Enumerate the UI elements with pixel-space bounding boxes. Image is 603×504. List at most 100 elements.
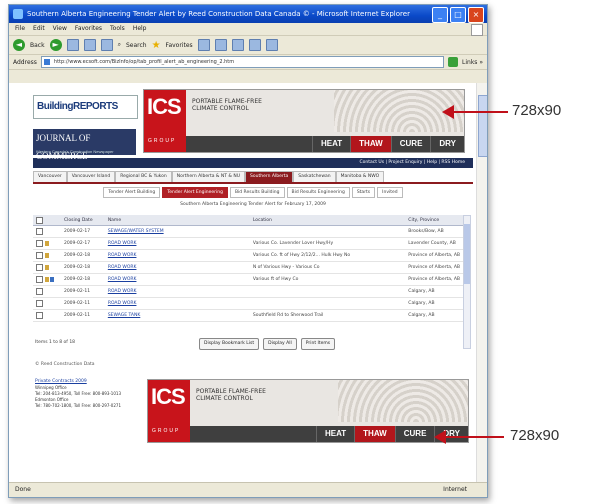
row-checkbox[interactable] bbox=[36, 300, 43, 307]
column-city[interactable]: City, Province bbox=[405, 215, 463, 226]
table-scrollbar[interactable] bbox=[463, 215, 471, 349]
document-icon[interactable] bbox=[45, 241, 49, 246]
tab-vancouver-island[interactable]: Vancouver Island bbox=[66, 171, 116, 182]
plan-icon[interactable] bbox=[50, 277, 54, 282]
stop-icon[interactable] bbox=[66, 39, 79, 51]
subtab-starts[interactable]: Starts bbox=[351, 187, 376, 198]
table-row[interactable]: 2009-02-18 ROAD WORK N of Various Hwy - Va… bbox=[33, 261, 463, 274]
forward-arrow-icon[interactable]: ► bbox=[49, 39, 62, 51]
row-name-link[interactable]: ROAD WORK bbox=[104, 285, 250, 298]
document-icon[interactable] bbox=[45, 253, 49, 258]
page-scrollbar[interactable] bbox=[476, 83, 487, 483]
row-select-cell bbox=[33, 285, 61, 298]
favorites-label[interactable]: Favorites bbox=[166, 42, 193, 49]
print-items-button[interactable]: Print Items bbox=[300, 338, 336, 350]
tab-southern-alberta[interactable]: Southern Alberta bbox=[244, 171, 294, 182]
address-bar: Address http://www.ecsoft.com/BizInfo/op… bbox=[9, 55, 487, 70]
tab-regional-bc[interactable]: Regional BC & Yukon bbox=[115, 171, 172, 182]
table-row[interactable]: 2009-02-11 SEWAGE TANK Southfield Rd to Sh… bbox=[33, 309, 463, 322]
edit-icon[interactable] bbox=[248, 39, 261, 51]
row-name-link[interactable]: SEWAGE/WATER SYSTEM bbox=[104, 225, 250, 238]
document-icon[interactable] bbox=[45, 265, 49, 270]
menu-tools[interactable]: Tools bbox=[110, 23, 125, 35]
row-checkbox[interactable] bbox=[36, 228, 43, 235]
maximize-button[interactable]: □ bbox=[450, 7, 466, 23]
select-all-checkbox[interactable] bbox=[36, 216, 43, 224]
minimize-button[interactable]: _ bbox=[432, 7, 448, 23]
close-button[interactable]: × bbox=[468, 7, 484, 23]
print-icon[interactable] bbox=[231, 39, 244, 51]
display-bookmark-list-button[interactable]: Display Bookmark List bbox=[199, 338, 260, 350]
back-arrow-icon[interactable]: ◄ bbox=[13, 39, 25, 51]
row-city: Province of Alberta, AB bbox=[405, 261, 463, 274]
subtab-bid-building[interactable]: Bid Results Building bbox=[229, 187, 285, 198]
subtab-bid-engineering[interactable]: Bid Results Engineering bbox=[286, 187, 350, 198]
table-row[interactable]: 2009-02-11 ROAD WORK Calgary, AB bbox=[33, 297, 463, 310]
ics-logo: ICS GROUP bbox=[148, 380, 190, 442]
menu-view[interactable]: View bbox=[53, 23, 67, 35]
tab-vancouver[interactable]: Vancouver bbox=[33, 171, 67, 182]
display-all-button[interactable]: Display All bbox=[263, 338, 297, 350]
status-zone: Internet bbox=[443, 486, 467, 493]
building-reports-logo[interactable]: BuildingREPORTS bbox=[33, 95, 138, 119]
subtab-tender-engineering[interactable]: Tender Alert Engineering bbox=[162, 187, 228, 198]
address-input[interactable]: http://www.ecsoft.com/BizInfo/op/tab_pro… bbox=[40, 56, 444, 68]
table-row[interactable]: 2009-02-18 ROAD WORK Various ft of Hwy Co P… bbox=[33, 273, 463, 286]
search-icon[interactable]: ⌕ bbox=[118, 41, 121, 49]
row-name-link[interactable]: SEWAGE TANK bbox=[104, 309, 250, 322]
ics-banner-ad-top[interactable]: ICS GROUP PORTABLE FLAME-FREE CLIMATE CO… bbox=[143, 89, 465, 153]
menu-favorites[interactable]: Favorites bbox=[75, 23, 102, 35]
document-icon[interactable] bbox=[45, 277, 49, 282]
home-icon[interactable] bbox=[100, 39, 113, 51]
row-select-cell bbox=[33, 225, 61, 238]
top-links-bar[interactable]: Contact Us | Project Enquiry | Help | RS… bbox=[33, 158, 473, 168]
table-row[interactable]: 2009-02-18 ROAD WORK Various Co. ft of Hwy… bbox=[33, 249, 463, 262]
column-name[interactable]: Name bbox=[104, 215, 250, 226]
banner-tagline-2: CLIMATE CONTROL bbox=[192, 105, 249, 112]
favorites-star-icon[interactable]: ★ bbox=[152, 40, 161, 51]
subtab-invited[interactable]: Invited bbox=[377, 187, 403, 198]
menu-edit[interactable]: Edit bbox=[33, 23, 45, 35]
refresh-icon[interactable] bbox=[83, 39, 96, 51]
row-checkbox[interactable] bbox=[36, 312, 43, 319]
history-icon[interactable] bbox=[197, 39, 210, 51]
row-checkbox[interactable] bbox=[36, 276, 43, 283]
back-label[interactable]: Back bbox=[30, 42, 45, 49]
page-scroll-thumb[interactable] bbox=[478, 95, 487, 157]
messenger-icon[interactable] bbox=[265, 39, 278, 51]
contact-info: Private Contracts 2009 Winnipeg Office T… bbox=[35, 379, 125, 409]
row-name-link[interactable]: ROAD WORK bbox=[104, 237, 250, 250]
subtab-tender-building[interactable]: Tender Alert Building bbox=[103, 187, 161, 198]
table-row[interactable]: 2009-02-11 ROAD WORK Calgary, AB bbox=[33, 285, 463, 298]
menu-help[interactable]: Help bbox=[133, 23, 147, 35]
mail-icon[interactable] bbox=[214, 39, 227, 51]
row-name-link[interactable]: ROAD WORK bbox=[104, 261, 250, 274]
column-location[interactable]: Location bbox=[249, 215, 406, 226]
table-scroll-thumb[interactable] bbox=[464, 224, 470, 284]
banner-word-cure: CURE bbox=[390, 136, 431, 152]
tab-saskatchewan[interactable]: Saskatchewan bbox=[293, 171, 336, 182]
row-checkbox[interactable] bbox=[36, 252, 43, 259]
row-location bbox=[249, 225, 406, 238]
go-button[interactable] bbox=[448, 57, 458, 67]
row-checkbox[interactable] bbox=[36, 288, 43, 295]
row-name-link[interactable]: ROAD WORK bbox=[104, 249, 250, 262]
search-label[interactable]: Search bbox=[126, 42, 147, 49]
table-row[interactable]: 2009-02-17 SEWAGE/WATER SYSTEM Brooks/Bow,… bbox=[33, 225, 463, 238]
tab-northern-alberta[interactable]: Northern Alberta & NT & NU bbox=[171, 171, 245, 182]
column-closing-date[interactable]: Closing Date bbox=[60, 215, 105, 226]
ics-banner-ad-bottom[interactable]: ICS GROUP PORTABLE FLAME-FREE CLIMATE CO… bbox=[147, 379, 469, 443]
menu-file[interactable]: File bbox=[15, 23, 25, 35]
row-name-link[interactable]: ROAD WORK bbox=[104, 273, 250, 286]
links-label[interactable]: Links » bbox=[462, 59, 483, 66]
journal-of-commerce-logo[interactable]: JOURNAL OF COMMERCE Western Canada's Con… bbox=[33, 129, 136, 161]
status-text: Done bbox=[15, 486, 31, 493]
table-row[interactable]: 2009-02-17 ROAD WORK Various Co. Lavender … bbox=[33, 237, 463, 250]
tab-manitoba[interactable]: Manitoba & NWO bbox=[335, 171, 385, 182]
row-closing-date: 2009-02-18 bbox=[60, 273, 105, 286]
row-name-link[interactable]: ROAD WORK bbox=[104, 297, 250, 310]
ics-group: GROUP bbox=[152, 428, 181, 434]
browser-window: Southern Alberta Engineering Tender Aler… bbox=[8, 4, 488, 498]
row-checkbox[interactable] bbox=[36, 264, 43, 271]
row-checkbox[interactable] bbox=[36, 240, 43, 247]
